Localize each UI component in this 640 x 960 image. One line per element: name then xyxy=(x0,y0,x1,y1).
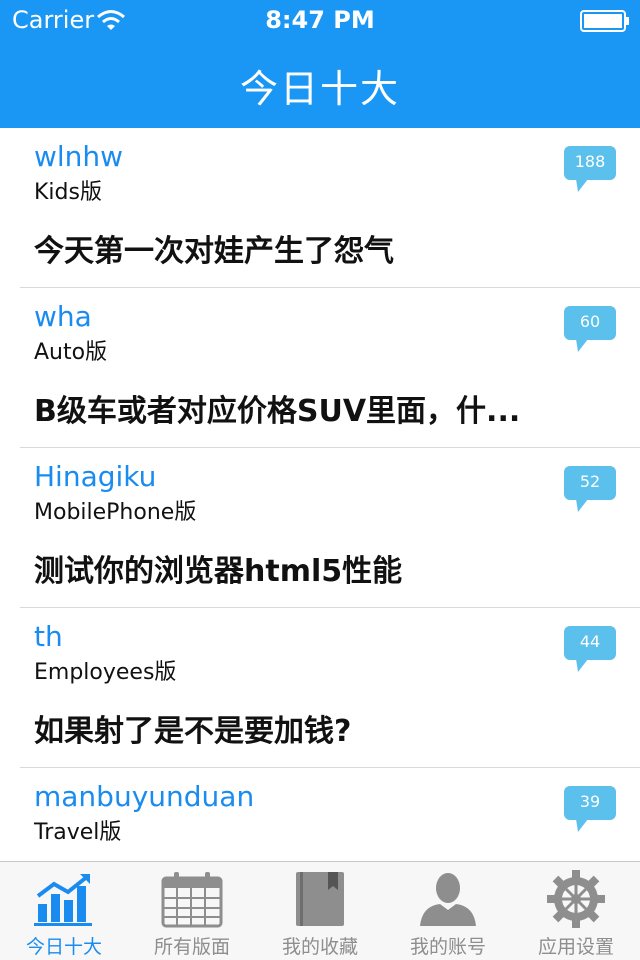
status-time: 8:47 PM xyxy=(265,6,375,34)
reply-count: 39 xyxy=(579,792,601,811)
tab-label: 我的收藏 xyxy=(281,936,358,958)
topic-author[interactable]: wlnhw xyxy=(34,140,123,173)
tab-label: 我的账号 xyxy=(409,936,486,958)
tab-today-top10[interactable]: 今日十大 xyxy=(0,862,128,960)
person-icon xyxy=(420,873,476,926)
reply-count: 60 xyxy=(579,312,601,331)
status-bar: Carrier 8:47 PM xyxy=(0,0,640,40)
topic-row[interactable]: Hinagiku MobilePhone版 测试你的浏览器html5性能 52 xyxy=(0,448,640,608)
topic-title: B级车或者对应价格SUV里面，什... xyxy=(34,394,521,429)
topic-board: Auto版 xyxy=(34,340,108,365)
book-icon xyxy=(296,872,344,926)
tab-bar: 今日十大 所有版面 我的收藏 我的账号 应用设置 xyxy=(0,861,640,960)
reply-count-badge: 39 xyxy=(564,786,616,834)
tab-app-settings[interactable]: 应用设置 xyxy=(512,862,640,960)
reply-count-badge: 188 xyxy=(564,146,616,194)
topic-list[interactable]: wlnhw Kids版 今天第一次对娃产生了怨气 188 wha Auto版 B… xyxy=(0,128,640,861)
topic-title: 如果射了是不是要加钱? xyxy=(34,714,352,749)
calendar-icon xyxy=(161,872,223,928)
topic-author[interactable]: Hinagiku xyxy=(34,460,156,493)
tab-label: 今日十大 xyxy=(25,936,102,958)
topic-board: MobilePhone版 xyxy=(34,500,197,525)
topic-author[interactable]: wha xyxy=(34,300,92,333)
topic-board: Kids版 xyxy=(34,180,102,205)
reply-count-badge: 52 xyxy=(564,466,616,514)
reply-count: 44 xyxy=(579,632,601,651)
tab-label: 所有版面 xyxy=(153,936,230,958)
battery-icon xyxy=(580,10,629,32)
topic-title: 测试你的浏览器html5性能 xyxy=(34,554,403,589)
topic-board: Travel版 xyxy=(34,820,122,845)
header: Carrier 8:47 PM 今日十大 xyxy=(0,0,640,128)
topic-author[interactable]: th xyxy=(34,620,63,653)
topic-row[interactable]: wha Auto版 B级车或者对应价格SUV里面，什... 60 xyxy=(0,288,640,448)
page-title: 今日十大 xyxy=(239,67,400,111)
reply-count-badge: 44 xyxy=(564,626,616,674)
topic-board: Employees版 xyxy=(34,660,177,685)
tab-all-boards[interactable]: 所有版面 xyxy=(128,862,256,960)
tab-my-favorites[interactable]: 我的收藏 xyxy=(256,862,384,960)
topic-author[interactable]: manbuyunduan xyxy=(34,780,254,813)
topic-row[interactable]: manbuyunduan Travel版 39 xyxy=(0,768,640,861)
tab-label: 应用设置 xyxy=(537,936,614,958)
topic-row[interactable]: th Employees版 如果射了是不是要加钱? 44 xyxy=(0,608,640,768)
topic-row[interactable]: wlnhw Kids版 今天第一次对娃产生了怨气 188 xyxy=(0,128,640,288)
reply-count: 52 xyxy=(579,472,601,491)
bar-chart-icon xyxy=(34,874,92,926)
tab-my-account[interactable]: 我的账号 xyxy=(384,862,512,960)
gear-icon xyxy=(547,870,605,928)
reply-count-badge: 60 xyxy=(564,306,616,354)
reply-count: 188 xyxy=(574,152,606,171)
topic-title: 今天第一次对娃产生了怨气 xyxy=(34,234,394,269)
